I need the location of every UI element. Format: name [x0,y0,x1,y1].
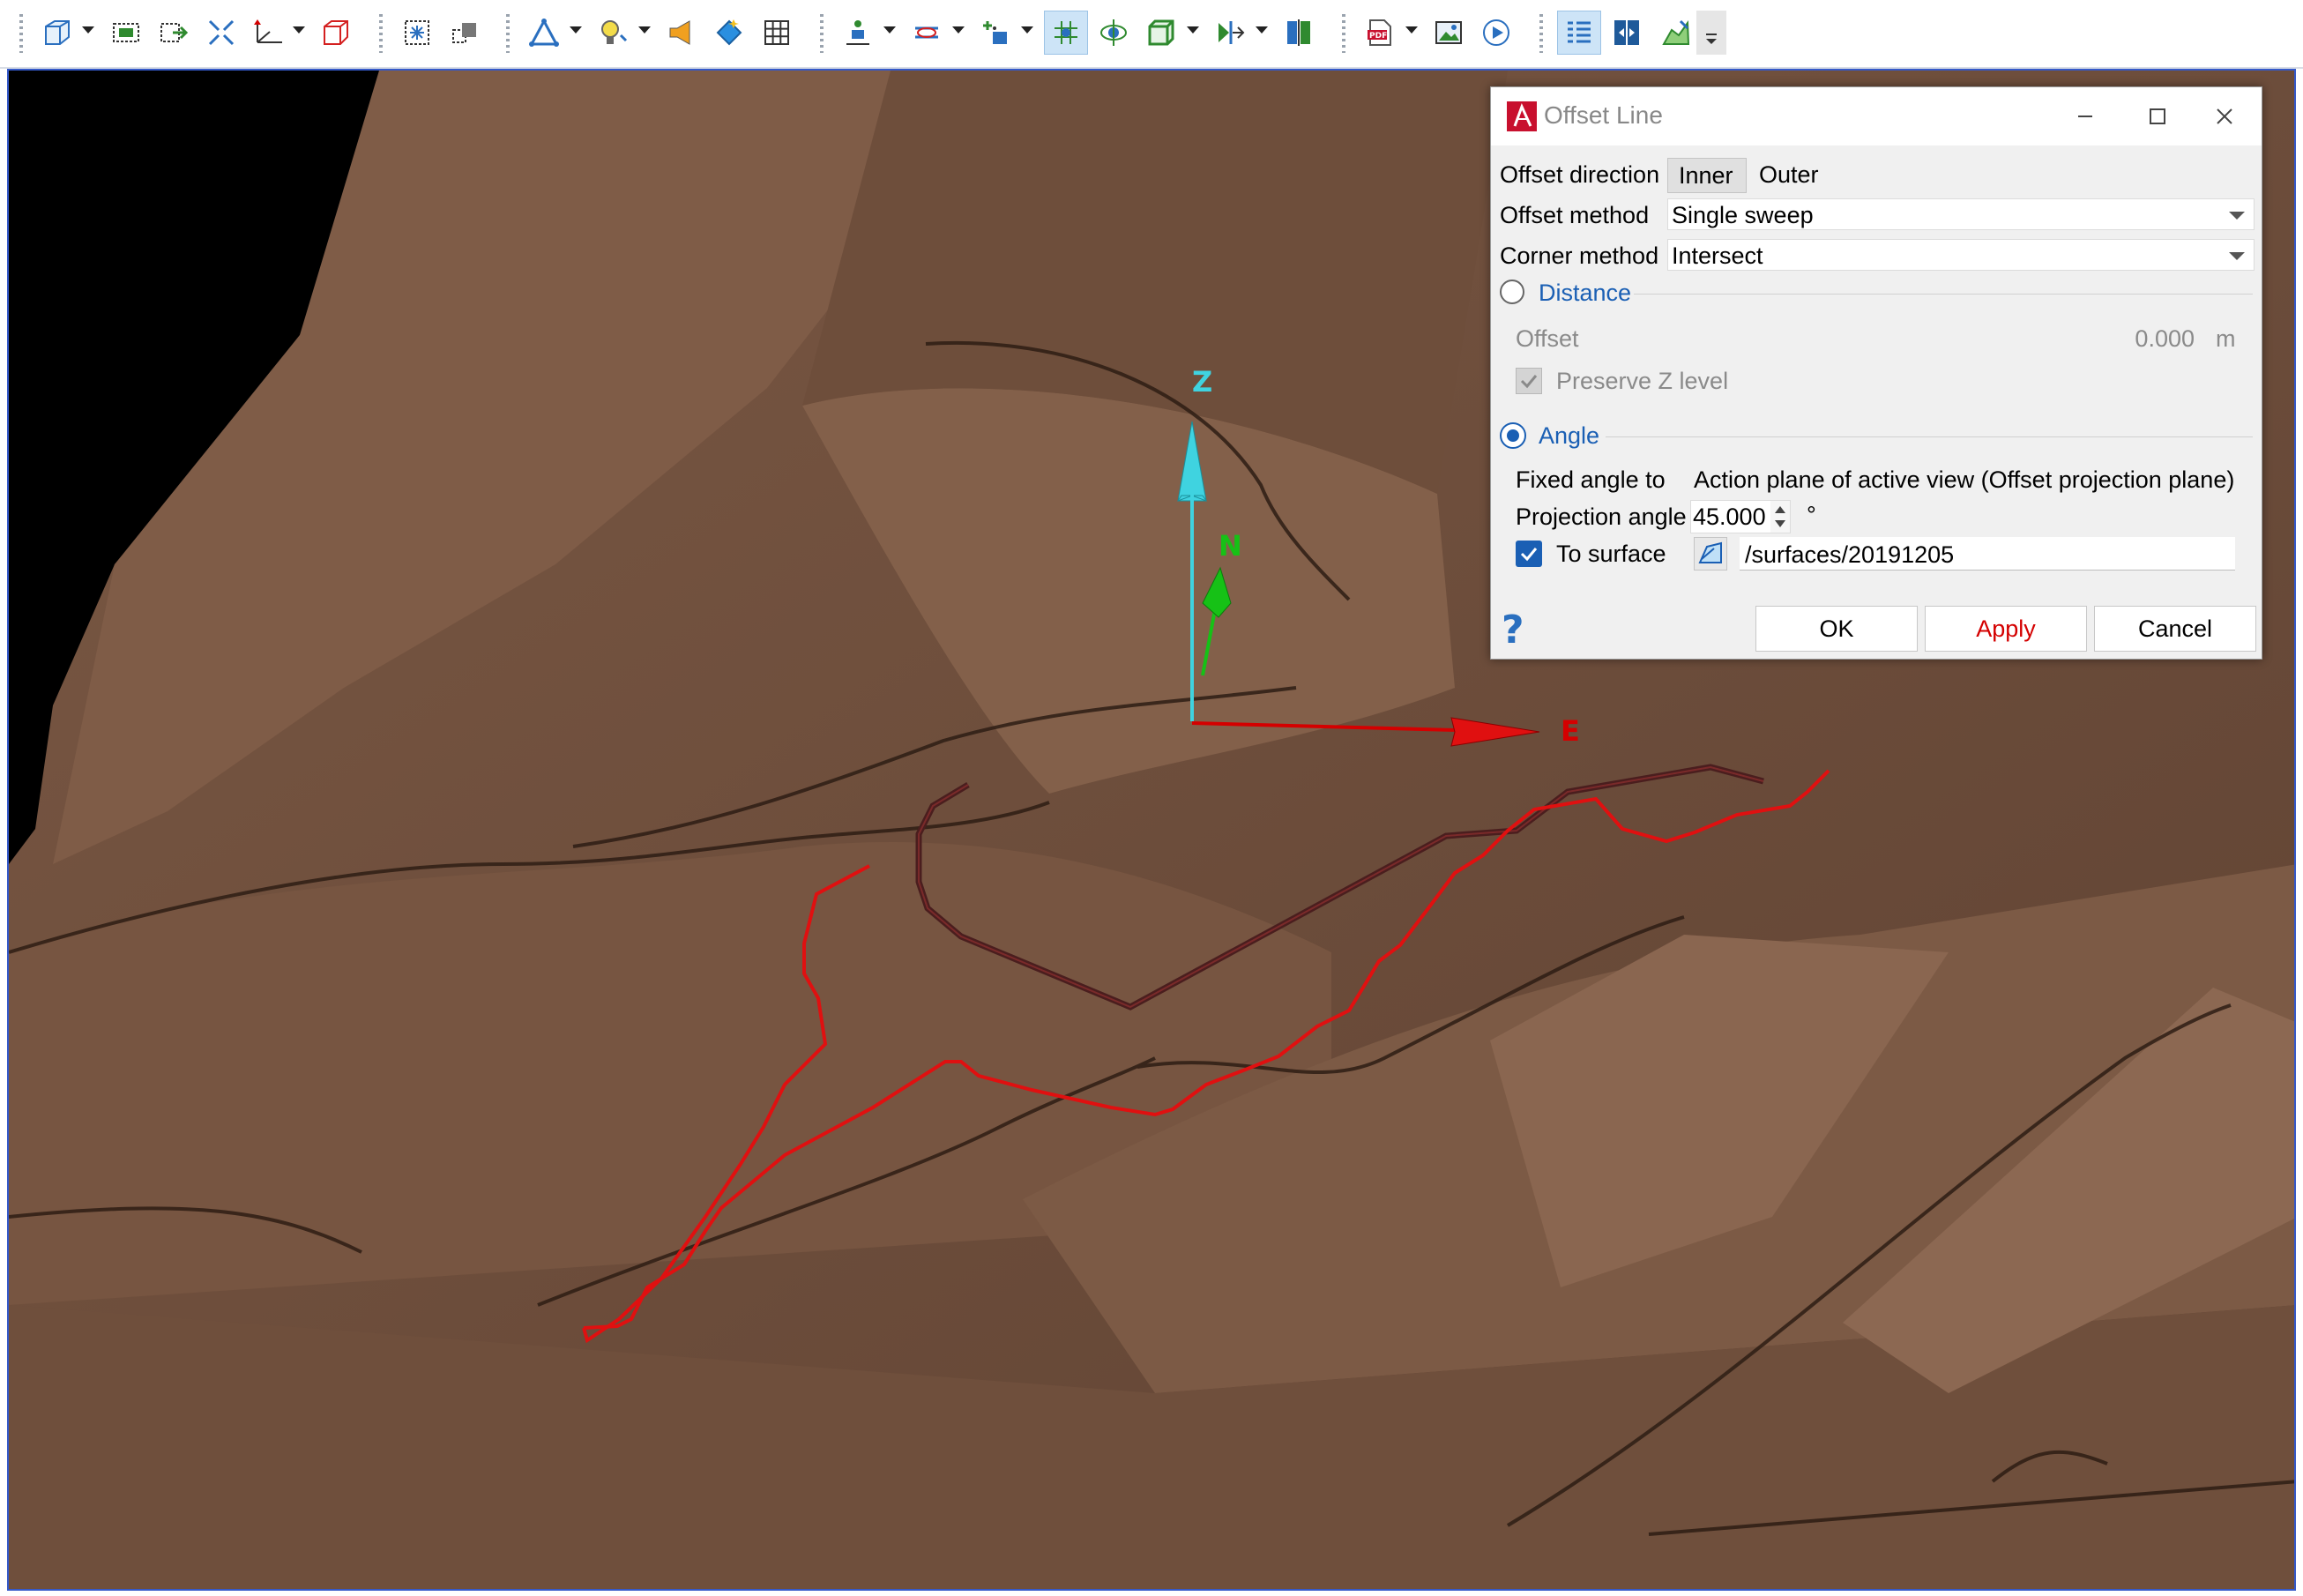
view-cube-icon[interactable] [35,11,79,55]
toolbar-overflow[interactable] [1696,11,1726,55]
toolbar-separator [506,14,510,53]
measure-dropdown[interactable] [952,26,965,34]
light-dropdown[interactable] [638,26,651,34]
projection-angle-unit: ° [1807,502,1816,528]
section-icon[interactable] [1208,11,1252,55]
offset-line-dialog: Offset Line Offset direction Inner Outer… [1490,86,2262,660]
chevron-down-icon [2229,212,2245,220]
person-dropdown[interactable] [883,26,896,34]
fixed-angle-value: Action plane of active view (Offset proj… [1694,466,2235,493]
surface-icon[interactable] [1654,11,1698,55]
offset-input[interactable]: 0.000 [1590,320,2207,355]
box-view-icon[interactable] [1139,11,1183,55]
properties-icon[interactable] [1557,11,1601,55]
apply-button[interactable]: Apply [1925,606,2087,652]
axis-dropdown[interactable] [293,26,305,34]
cancel-button[interactable]: Cancel [2094,606,2256,652]
preserve-z-checkbox[interactable] [1516,368,1542,394]
play-icon[interactable] [1474,11,1518,55]
angle-radio[interactable] [1500,422,1526,449]
z-axis-label: Z [1192,365,1213,399]
toolbar-separator [820,14,824,53]
offset-direction-label: Offset direction [1500,161,1660,188]
light-icon[interactable] [591,11,635,55]
preserve-z-label: Preserve Z level [1556,368,1729,394]
projection-angle-spinbox[interactable]: 45.000 [1690,500,1791,533]
snap-grid-icon[interactable] [1044,11,1088,55]
offset-unit: m [2216,325,2236,352]
minimize-button[interactable] [2059,94,2112,138]
diamond-icon[interactable] [707,11,751,55]
dialog-title-bar[interactable]: Offset Line [1491,87,2262,145]
direction-inner-button[interactable]: Inner [1667,158,1747,193]
dialog-title: Offset Line [1544,101,1663,129]
image-icon[interactable] [1427,11,1471,55]
copy-icon[interactable] [443,11,487,55]
toolbar-grip[interactable] [19,14,23,53]
close-icon [2217,108,2232,124]
select-icon[interactable] [104,11,148,55]
measure-icon[interactable] [905,11,949,55]
n-axis-label: N [1219,529,1242,563]
pdf-icon[interactable]: PDF [1358,11,1402,55]
toolbar-separator [1539,14,1543,53]
direction-outer-button[interactable]: Outer [1748,158,1828,193]
section-dropdown[interactable] [1256,26,1268,34]
projection-angle-label: Projection angle [1516,503,1687,530]
orbit-icon[interactable] [1092,11,1136,55]
offset-method-select[interactable]: Single sweep [1667,198,2255,230]
add-point-icon[interactable] [973,11,1017,55]
svg-text:PDF: PDF [1369,32,1387,41]
angle-label: Angle [1539,422,1600,449]
surface-path-input[interactable]: /surfaces/20191205 [1740,537,2235,571]
compare-icon[interactable] [1277,11,1321,55]
box-icon[interactable] [314,11,358,55]
corner-method-label: Corner method [1500,242,1659,269]
help-icon[interactable]: ? [1502,608,1524,653]
zoom-extents-icon[interactable] [199,11,243,55]
add-point-dropdown[interactable] [1021,26,1033,34]
distance-label: Distance [1539,280,1632,306]
toolbar-separator [1342,14,1345,53]
app-logo-icon [1507,101,1537,131]
surface-icon [1698,541,1722,563]
axis-icon[interactable] [247,11,291,55]
zoom-icon[interactable] [152,11,196,55]
pdf-dropdown[interactable] [1405,26,1418,34]
angle-group-divider [1606,436,2253,437]
triangle-icon[interactable] [522,11,566,55]
toolbar: PDF [0,0,2303,69]
person-icon[interactable] [836,11,880,55]
ok-button[interactable]: OK [1755,606,1918,652]
snap-icon[interactable] [395,11,439,55]
distance-radio[interactable] [1500,280,1524,304]
spinbox-arrows[interactable] [1770,501,1790,533]
speaker-icon[interactable] [660,11,704,55]
fixed-angle-label: Fixed angle to [1516,466,1666,493]
maximize-button[interactable] [2131,94,2184,138]
offset-label: Offset [1516,325,1579,352]
triangle-dropdown[interactable] [570,26,582,34]
distance-group-divider [1634,294,2253,295]
view-cube-dropdown[interactable] [82,26,94,34]
toolbar-separator [379,14,383,53]
offset-method-label: Offset method [1500,202,1650,228]
e-axis-label: E [1561,714,1580,748]
close-button[interactable] [2198,94,2251,138]
grid-icon[interactable] [755,11,799,55]
surface-picker-button[interactable] [1694,537,1727,571]
chevron-down-icon [2229,252,2245,260]
corner-method-select[interactable]: Intersect [1667,239,2255,271]
to-surface-checkbox[interactable] [1516,541,1542,567]
split-icon[interactable] [1605,11,1649,55]
box-view-dropdown[interactable] [1187,26,1199,34]
to-surface-label: To surface [1556,541,1666,567]
